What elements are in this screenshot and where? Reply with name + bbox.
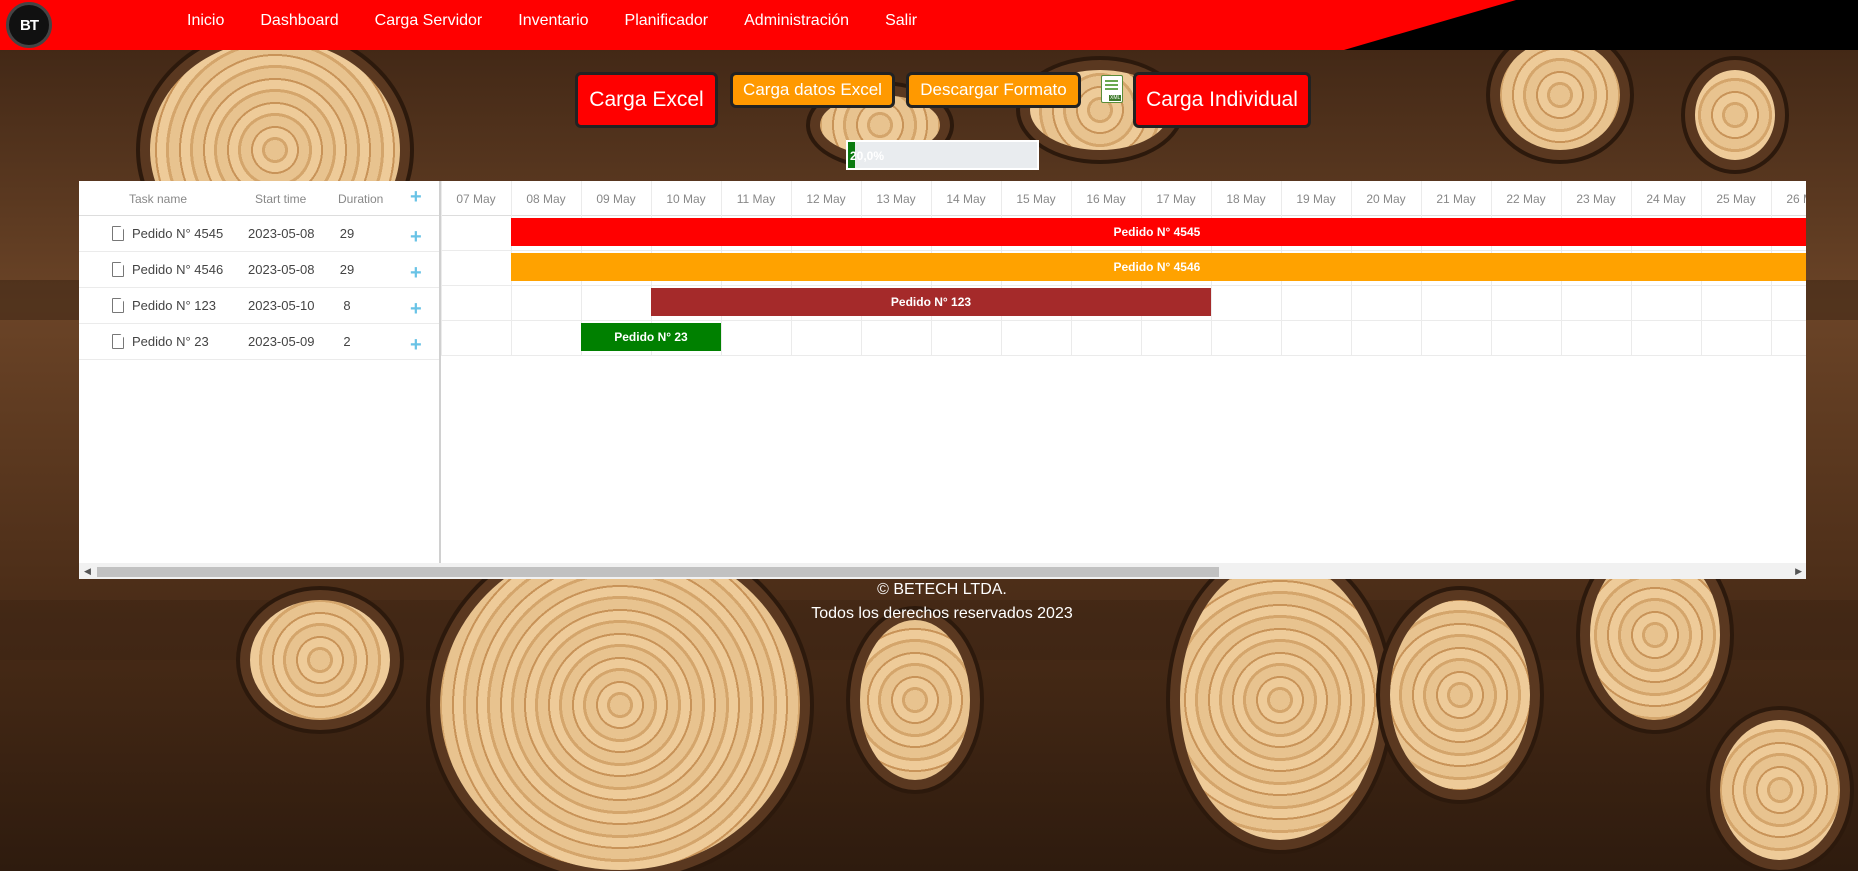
upload-progress-bar: 20,0% — [846, 140, 1039, 170]
date-label: 26 May — [1786, 192, 1806, 206]
progress-label: 20,0% — [850, 149, 885, 163]
document-icon — [112, 298, 124, 313]
date-label: 18 May — [1226, 192, 1266, 206]
gantt-date-scale: 07 May 08 May 09 May 10 May 11 May 12 May 13 M… — [441, 181, 1806, 216]
scroll-right-icon[interactable]: ▶ — [1795, 566, 1802, 577]
footer-copyright: © BETECH LTDA. — [877, 581, 1007, 598]
xml-file-icon[interactable] — [1101, 75, 1123, 103]
date-label: 16 May — [1086, 192, 1126, 206]
task-duration: 8 — [343, 298, 351, 313]
carga-individual-button[interactable]: Carga Individual — [1133, 72, 1311, 128]
horizontal-scrollbar[interactable]: ◀ ▶ — [79, 563, 1806, 579]
add-task-icon[interactable]: + — [410, 186, 422, 209]
task-start: 2023-05-08 — [248, 262, 315, 277]
task-row[interactable]: Pedido N° 4545 2023-05-08 29 + — [79, 216, 439, 252]
date-label: 20 May — [1366, 192, 1406, 206]
task-start: 2023-05-10 — [248, 298, 315, 313]
date-label: 14 May — [946, 192, 986, 206]
task-duration: 29 — [339, 226, 355, 241]
date-label: 07 May — [456, 192, 496, 206]
task-bar[interactable]: Pedido N° 4546 — [511, 253, 1806, 281]
task-row[interactable]: Pedido N° 4546 2023-05-08 29 + — [79, 252, 439, 288]
task-name: Pedido N° 4545 — [132, 226, 224, 241]
task-bar[interactable]: Pedido N° 23 — [581, 323, 721, 351]
carga-excel-button[interactable]: Carga Excel — [575, 72, 718, 128]
scroll-left-icon[interactable]: ◀ — [84, 566, 91, 577]
column-start-time[interactable]: Start time — [255, 192, 306, 206]
date-label: 15 May — [1016, 192, 1056, 206]
nav-inventario[interactable]: Inventario — [518, 12, 588, 30]
task-name: Pedido N° 4546 — [132, 262, 224, 277]
nav-inicio[interactable]: Inicio — [187, 12, 224, 30]
nav-administracion[interactable]: Administración — [744, 12, 849, 30]
nav-dashboard[interactable]: Dashboard — [260, 12, 338, 30]
task-start: 2023-05-08 — [248, 226, 315, 241]
gantt-grid-rows: Pedido N° 4545 2023-05-08 29 + Pedido N° 454… — [79, 216, 439, 360]
date-label: 24 May — [1646, 192, 1686, 206]
nav-planificador[interactable]: Planificador — [625, 12, 709, 30]
column-task-name[interactable]: Task name — [129, 192, 187, 206]
date-label: 13 May — [876, 192, 916, 206]
gantt-grid: Task name Start time Duration + Pedido N… — [79, 181, 441, 563]
date-label: 09 May — [596, 192, 636, 206]
date-label: 23 May — [1576, 192, 1616, 206]
date-label: 21 May — [1436, 192, 1476, 206]
betech-logo[interactable]: BT — [6, 2, 52, 48]
column-duration[interactable]: Duration — [338, 192, 383, 206]
task-bar[interactable]: Pedido N° 123 — [651, 288, 1211, 316]
add-subtask-icon[interactable]: + — [410, 334, 422, 357]
date-label: 19 May — [1296, 192, 1336, 206]
gantt-timeline: 07 May 08 May 09 May 10 May 11 May 12 May 13 M… — [441, 181, 1806, 563]
date-label: 22 May — [1506, 192, 1546, 206]
task-row[interactable]: Pedido N° 123 2023-05-10 8 + — [79, 288, 439, 324]
add-subtask-icon[interactable]: + — [410, 262, 422, 285]
gantt-chart: Task name Start time Duration + Pedido N… — [79, 181, 1806, 579]
nav-carga-servidor[interactable]: Carga Servidor — [375, 12, 483, 30]
task-duration: 29 — [339, 262, 355, 277]
scrollbar-thumb[interactable] — [97, 567, 1219, 577]
carga-datos-excel-button[interactable]: Carga datos Excel — [730, 72, 895, 108]
date-label: 12 May — [806, 192, 846, 206]
task-duration: 2 — [343, 334, 351, 349]
nav-salir[interactable]: Salir — [885, 12, 917, 30]
task-start: 2023-05-09 — [248, 334, 315, 349]
main-nav: Inicio Dashboard Carga Servidor Inventar… — [187, 0, 953, 42]
date-label: 17 May — [1156, 192, 1196, 206]
descargar-formato-button[interactable]: Descargar Formato — [906, 72, 1081, 108]
task-row[interactable]: Pedido N° 23 2023-05-09 2 + — [79, 324, 439, 360]
top-navbar: BT Inicio Dashboard Carga Servidor Inven… — [0, 0, 1858, 50]
document-icon — [112, 334, 124, 349]
footer-rights: Todos los derechos reservados 2023 — [811, 605, 1073, 622]
add-subtask-icon[interactable]: + — [410, 298, 422, 321]
document-icon — [112, 262, 124, 277]
document-icon — [112, 226, 124, 241]
task-bar[interactable]: Pedido N° 4545 — [511, 218, 1806, 246]
date-label: 25 May — [1716, 192, 1756, 206]
add-subtask-icon[interactable]: + — [410, 226, 422, 249]
date-label: 10 May — [666, 192, 706, 206]
gantt-grid-header: Task name Start time Duration + — [79, 181, 439, 216]
date-label: 08 May — [526, 192, 566, 206]
date-label: 11 May — [736, 192, 776, 206]
task-name: Pedido N° 123 — [132, 298, 216, 313]
task-name: Pedido N° 23 — [132, 334, 209, 349]
